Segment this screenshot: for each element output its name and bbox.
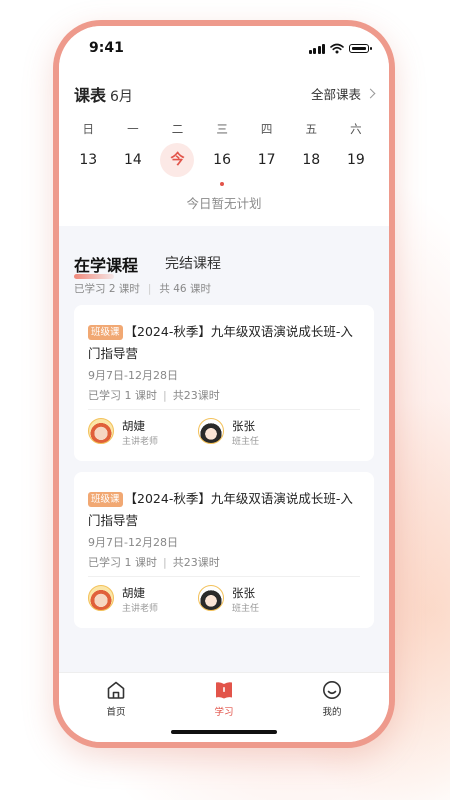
course-total: 共23课时 bbox=[172, 556, 220, 569]
app-screen: 9:41 课表 6月 全部课表 日 13 一 14 二今 三 16 四 17 五 18 六 1… bbox=[59, 26, 389, 742]
head-teacher-name: 张张 bbox=[232, 419, 255, 433]
class-badge: 班级课 bbox=[88, 325, 123, 340]
date-label: 14 bbox=[123, 152, 142, 168]
day-wed[interactable]: 三 16 bbox=[200, 121, 245, 186]
schedule-title: 课表 bbox=[74, 86, 107, 105]
wifi-icon bbox=[330, 43, 344, 54]
teacher-role: 主讲老师 bbox=[122, 604, 159, 614]
study-summary: 已学习 2 课时 | 共 46 课时 bbox=[74, 281, 211, 296]
head-teacher-avatar bbox=[198, 585, 224, 611]
all-schedule-label: 全部课表 bbox=[310, 87, 361, 102]
book-icon bbox=[216, 682, 232, 699]
tab-completed[interactable]: 完结课程 bbox=[165, 253, 221, 273]
day-sun[interactable]: 日 13 bbox=[66, 121, 111, 177]
separator: | bbox=[163, 556, 167, 569]
course-progress: 已学习 1 课时 | 共23课时 bbox=[88, 387, 220, 403]
smile-icon bbox=[323, 681, 341, 699]
head-teacher-role: 班主任 bbox=[232, 437, 260, 447]
tab-in-progress[interactable]: 在学课程 bbox=[74, 252, 139, 279]
home-indicator bbox=[171, 730, 277, 734]
tabbar-home[interactable]: 首页 bbox=[86, 679, 146, 718]
status-icons bbox=[308, 43, 372, 54]
day-fri[interactable]: 五 18 bbox=[289, 121, 334, 177]
date-label-today: 今 bbox=[160, 143, 195, 177]
no-plan-text: 今日暂无计划 bbox=[186, 196, 262, 211]
course-date-range: 9月7日-12月28日 bbox=[88, 536, 178, 549]
course-card[interactable]: 班级课 【2024-秋季】九年级双语演说成长班-入门指导营 9月7日-12月28日… bbox=[74, 305, 374, 461]
phone-frame: 9:41 课表 6月 全部课表 日 13 一 14 二今 三 16 四 17 五 18 六 1… bbox=[53, 20, 395, 748]
course-title: 【2024-秋季】九年级双语演说成长班-入门指导营 bbox=[88, 491, 353, 528]
weekday-label: 六 bbox=[350, 122, 362, 136]
date-label: 19 bbox=[346, 152, 365, 168]
course-progress: 已学习 1 课时 | 共23课时 bbox=[88, 554, 220, 570]
course-date-range: 9月7日-12月28日 bbox=[88, 369, 178, 382]
signal-icon bbox=[308, 43, 325, 54]
tabbar-mine-label: 我的 bbox=[322, 707, 342, 718]
weekday-label: 一 bbox=[127, 122, 139, 136]
home-icon bbox=[107, 681, 125, 699]
head-teacher-name: 张张 bbox=[232, 586, 255, 600]
tab-in-progress-label: 在学课程 bbox=[74, 256, 139, 275]
divider bbox=[88, 576, 360, 577]
weekday-label: 日 bbox=[82, 122, 95, 136]
teacher-role: 主讲老师 bbox=[122, 437, 159, 447]
separator: | bbox=[163, 389, 167, 402]
course-title-block: 班级课 【2024-秋季】九年级双语演说成长班-入门指导营 bbox=[88, 321, 360, 365]
tabbar-study-label: 学习 bbox=[214, 707, 234, 718]
date-label: 17 bbox=[257, 152, 276, 168]
class-badge: 班级课 bbox=[88, 492, 123, 507]
teacher-name: 胡婕 bbox=[122, 586, 145, 600]
head-teacher-role: 班主任 bbox=[232, 604, 260, 614]
head-teacher-avatar bbox=[198, 418, 224, 444]
course-card[interactable]: 班级课 【2024-秋季】九年级双语演说成长班-入门指导营 9月7日-12月28日… bbox=[74, 472, 374, 628]
course-studied: 已学习 1 课时 bbox=[88, 556, 157, 569]
chevron-right-icon bbox=[365, 88, 376, 99]
week-strip: 日 13 一 14 二今 三 16 四 17 五 18 六 19 bbox=[66, 121, 382, 186]
weekday-label: 五 bbox=[305, 122, 318, 136]
date-label: 13 bbox=[79, 152, 98, 168]
teacher-avatar bbox=[88, 418, 114, 444]
date-label: 18 bbox=[302, 152, 321, 168]
schedule-header: 课表 6月 全部课表 bbox=[74, 82, 376, 105]
course-studied: 已学习 1 课时 bbox=[88, 389, 157, 402]
teacher-name: 胡婕 bbox=[122, 419, 145, 433]
weekday-label: 二 bbox=[171, 122, 184, 136]
weekday-label: 三 bbox=[216, 122, 228, 136]
day-mon[interactable]: 一 14 bbox=[111, 121, 156, 177]
studied-hours: 已学习 2 课时 bbox=[74, 283, 140, 295]
tabbar-study[interactable]: 学习 bbox=[194, 679, 254, 718]
course-total: 共23课时 bbox=[172, 389, 220, 402]
tabbar-home-label: 首页 bbox=[106, 707, 126, 718]
battery-icon bbox=[349, 44, 372, 53]
course-title: 【2024-秋季】九年级双语演说成长班-入门指导营 bbox=[88, 324, 353, 361]
tabbar-mine[interactable]: 我的 bbox=[302, 679, 362, 718]
status-bar: 9:41 bbox=[59, 40, 389, 60]
all-schedule-link[interactable]: 全部课表 bbox=[310, 84, 376, 103]
status-time: 9:41 bbox=[89, 40, 124, 56]
schedule-month: 6月 bbox=[110, 89, 133, 105]
course-title-block: 班级课 【2024-秋季】九年级双语演说成长班-入门指导营 bbox=[88, 488, 360, 532]
day-sat[interactable]: 六 19 bbox=[334, 121, 379, 177]
total-hours: 共 46 课时 bbox=[159, 283, 211, 295]
separator: | bbox=[147, 283, 152, 295]
teacher-avatar bbox=[88, 585, 114, 611]
day-thu[interactable]: 四 17 bbox=[244, 121, 289, 177]
date-label: 16 bbox=[213, 152, 231, 168]
weekday-label: 四 bbox=[260, 122, 273, 136]
day-today[interactable]: 二今 bbox=[155, 121, 200, 177]
divider bbox=[88, 409, 360, 410]
